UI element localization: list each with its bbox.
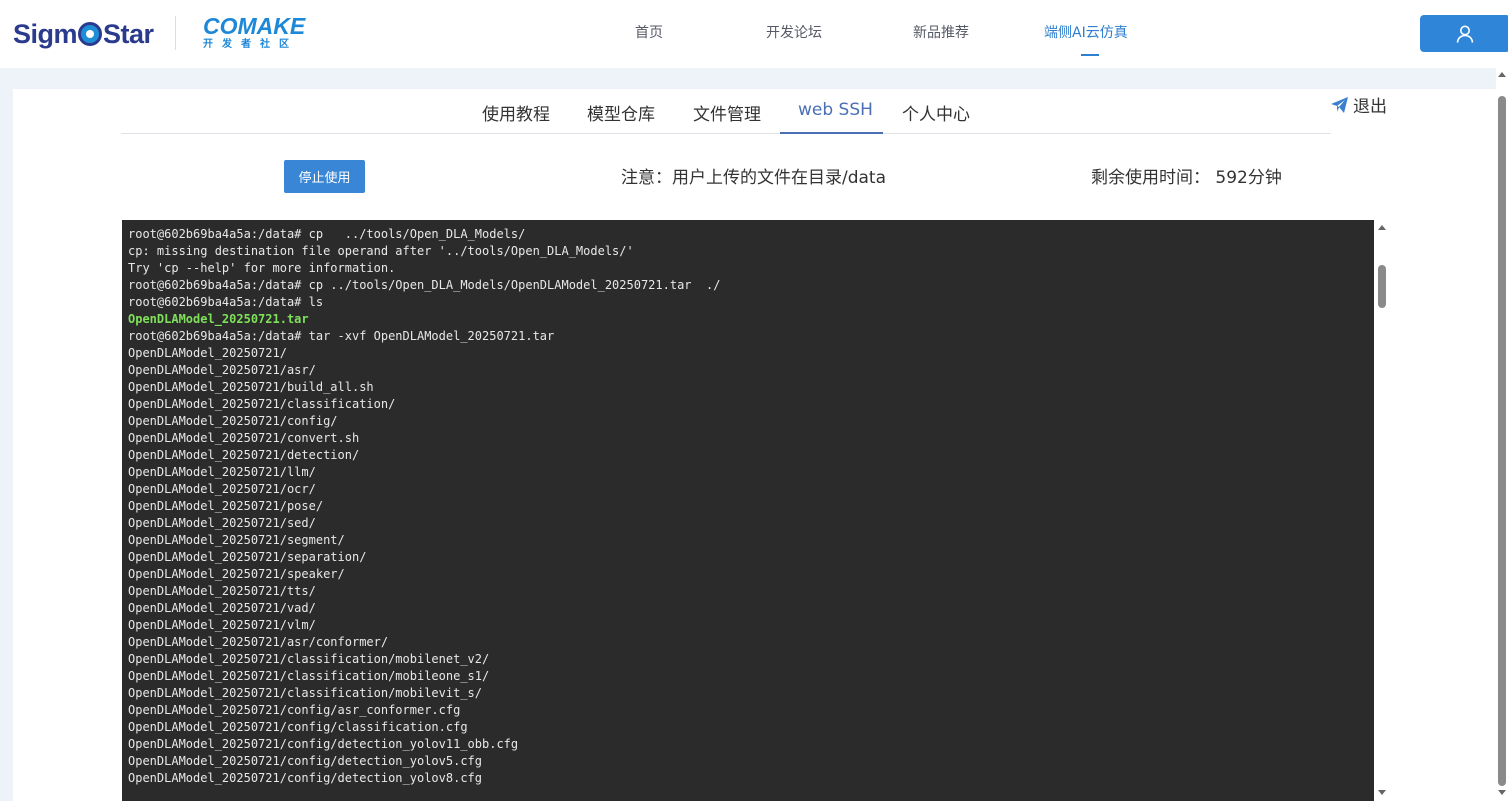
comake-logo-subtitle: 开发者社区	[203, 39, 298, 50]
terminal-line: OpenDLAModel_20250721/vad/	[128, 601, 316, 615]
terminal-line: OpenDLAModel_20250721/pose/	[128, 499, 324, 513]
nav-new-products[interactable]: 新品推荐	[913, 22, 969, 42]
comake-logo-text: COMAKE	[203, 13, 306, 39]
terminal-line: OpenDLAModel_20250721/llm/	[128, 465, 316, 479]
terminal-line: OpenDLAModel_20250721/convert.sh	[128, 431, 360, 445]
sub-tabs: 使用教程 模型仓库 文件管理 web SSH 个人中心	[13, 89, 1498, 134]
terminal-line: cp: missing destination file operand aft…	[128, 244, 634, 258]
terminal-line: Try 'cp --help' for more information.	[128, 261, 396, 275]
terminal-line: OpenDLAModel_20250721/asr/conformer/	[128, 635, 389, 649]
tab-web-ssh[interactable]: web SSH	[798, 100, 873, 120]
terminal-line: OpenDLAModel_20250721/separation/	[128, 550, 367, 564]
logo-eye-icon	[78, 22, 103, 46]
terminal-line: OpenDLAModel_20250721/vlm/	[128, 618, 316, 632]
page-scroll-up-icon[interactable]	[1498, 72, 1506, 77]
terminal-line: OpenDLAModel_20250721/segment/	[128, 533, 345, 547]
terminal-line: OpenDLAModel_20250721/ocr/	[128, 482, 316, 496]
comake-logo[interactable]: COMAKE 开发者社区	[203, 13, 306, 52]
terminal-line: OpenDLAModel_20250721/classification/mob…	[128, 669, 490, 683]
user-icon	[1456, 25, 1474, 43]
logo-divider	[175, 16, 176, 50]
upload-notice: 注意：用户上传的文件在目录/data	[621, 168, 887, 188]
terminal-scrollbar[interactable]	[1374, 220, 1390, 801]
terminal-line: root@602b69ba4a5a:/data# cp ../tools/Ope…	[128, 227, 526, 241]
nav-home[interactable]: 首页	[635, 22, 663, 42]
stop-button[interactable]: 停止使用	[284, 160, 365, 193]
main-card: 使用教程 模型仓库 文件管理 web SSH 个人中心 退出 停止使用 注意：用…	[13, 89, 1498, 801]
terminal-line: OpenDLAModel_20250721/	[128, 346, 287, 360]
nav-ai-simulation[interactable]: 端侧AI云仿真	[1044, 22, 1128, 42]
user-button[interactable]	[1420, 15, 1508, 52]
terminal-line: OpenDLAModel_20250721/config/detection_y…	[128, 771, 483, 785]
remaining-time: 剩余使用时间： 592分钟	[1091, 168, 1282, 188]
tab-file-management[interactable]: 文件管理	[693, 100, 761, 125]
terminal-scroll-thumb[interactable]	[1378, 265, 1386, 308]
page-scroll-thumb[interactable]	[1498, 96, 1506, 786]
terminal-line: OpenDLAModel_20250721/classification/mob…	[128, 652, 490, 666]
logout-label: 退出	[1353, 97, 1387, 117]
tab-personal-center[interactable]: 个人中心	[902, 100, 970, 125]
terminal-line: OpenDLAModel_20250721/config/classificat…	[128, 720, 468, 734]
logout-button[interactable]: 退出	[1330, 92, 1387, 117]
terminal-line: OpenDLAModel_20250721/config/	[128, 414, 338, 428]
terminal-line: OpenDLAModel_20250721/sed/	[128, 516, 316, 530]
tab-active-indicator	[780, 132, 883, 134]
paper-plane-icon	[1331, 96, 1348, 113]
terminal-line: OpenDLAModel_20250721/detection/	[128, 448, 360, 462]
terminal-line: OpenDLAModel_20250721/build_all.sh	[128, 380, 374, 394]
terminal-line: root@602b69ba4a5a:/data# ls	[128, 295, 324, 309]
terminal-line: root@602b69ba4a5a:/data# tar -xvf OpenDL…	[128, 329, 555, 343]
logo-text-left: Sigm	[13, 18, 78, 49]
terminal-line: OpenDLAModel_20250721/config/detection_y…	[128, 754, 483, 768]
terminal-line: OpenDLAModel_20250721/config/asr_conform…	[128, 703, 461, 717]
tab-model-repo[interactable]: 模型仓库	[587, 100, 655, 125]
logo-text-right: Star	[103, 18, 154, 49]
terminal-line: root@602b69ba4a5a:/data# cp ../tools/Ope…	[128, 278, 721, 292]
top-header: Sigm Star COMAKE 开发者社区 首页 开发论坛 新品推荐 端侧AI…	[0, 0, 1508, 68]
terminal-line: OpenDLAModel_20250721/asr/	[128, 363, 316, 377]
sigmostar-logo[interactable]: Sigm Star	[13, 17, 154, 51]
terminal-line: OpenDLAModel_20250721/tts/	[128, 584, 316, 598]
terminal-line: OpenDLAModel_20250721.tar	[128, 312, 309, 326]
terminal-line: OpenDLAModel_20250721/classification/mob…	[128, 686, 483, 700]
terminal-line: OpenDLAModel_20250721/config/detection_y…	[128, 737, 519, 751]
terminal-line: OpenDLAModel_20250721/speaker/	[128, 567, 345, 581]
page-scroll-down-icon[interactable]	[1498, 790, 1506, 795]
scroll-down-icon[interactable]	[1378, 790, 1386, 795]
scroll-up-icon[interactable]	[1378, 225, 1386, 230]
page-scrollbar[interactable]	[1496, 68, 1508, 801]
ssh-terminal[interactable]: root@602b69ba4a5a:/data# cp ../tools/Ope…	[122, 220, 1374, 801]
nav-forum[interactable]: 开发论坛	[766, 22, 822, 42]
terminal-line: OpenDLAModel_20250721/classification/	[128, 397, 396, 411]
tab-tutorial[interactable]: 使用教程	[482, 100, 550, 125]
nav-active-indicator	[1081, 54, 1099, 56]
tab-divider	[121, 133, 1331, 134]
